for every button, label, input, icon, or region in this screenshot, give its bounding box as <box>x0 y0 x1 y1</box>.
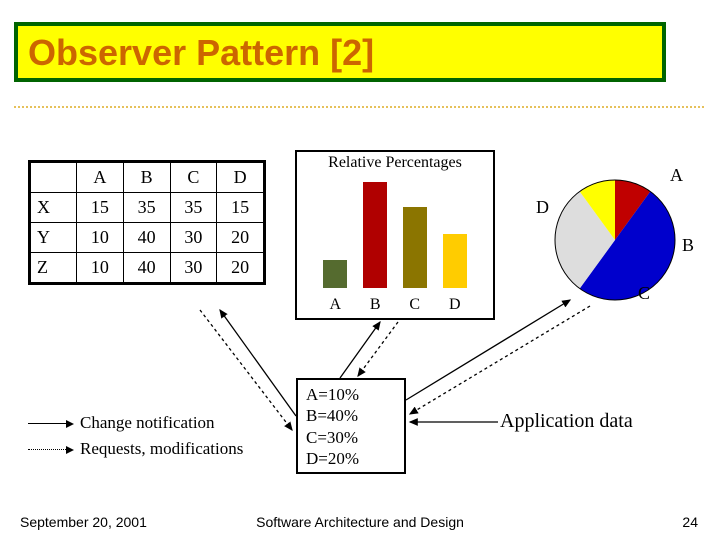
row-y: Y <box>31 223 77 253</box>
bar-a <box>323 260 347 288</box>
table-row: X 15 35 35 15 <box>31 193 264 223</box>
arrow-legend: Change notification Requests, modificati… <box>28 413 243 465</box>
legend-solid: Change notification <box>80 413 215 433</box>
dotted-arrow-icon <box>28 449 72 450</box>
table-row: Z 10 40 30 20 <box>31 253 264 283</box>
appdata-line: A=10% <box>306 384 396 405</box>
title-box: Observer Pattern [2] <box>14 22 666 90</box>
bar-chart: Relative Percentages A B C D <box>295 150 495 320</box>
pie-chart: A B C D <box>530 155 700 325</box>
appdata-line: B=40% <box>306 405 396 426</box>
bar-label-a: A <box>329 296 341 314</box>
appdata-line: D=20% <box>306 448 396 469</box>
legend-dotted: Requests, modifications <box>80 439 243 459</box>
col-b: B <box>123 163 170 193</box>
pie-label-b: B <box>682 235 694 256</box>
table-row: Y 10 40 30 20 <box>31 223 264 253</box>
solid-arrow-icon <box>28 423 72 424</box>
footer-page: 24 <box>682 514 698 530</box>
row-z: Z <box>31 253 77 283</box>
col-c: C <box>170 163 217 193</box>
bar-c <box>403 207 427 288</box>
appdata-line: C=30% <box>306 427 396 448</box>
application-data-box: A=10% B=40% C=30% D=20% <box>296 378 406 474</box>
bar-b <box>363 182 387 288</box>
title-underline <box>14 106 704 108</box>
pie-label-c: C <box>638 283 650 304</box>
data-table: A B C D X 15 35 35 15 Y 10 40 30 20 Z 10… <box>28 160 266 285</box>
col-d: D <box>217 163 264 193</box>
pie-label-d: D <box>536 197 549 218</box>
footer-center: Software Architecture and Design <box>0 514 720 530</box>
pie-label-a: A <box>670 165 683 186</box>
table-header-row: A B C D <box>31 163 264 193</box>
bar-chart-title: Relative Percentages <box>297 152 493 172</box>
row-x: X <box>31 193 77 223</box>
application-data-label: Application data <box>500 410 633 433</box>
page-title: Observer Pattern [2] <box>28 32 652 74</box>
col-a: A <box>77 163 124 193</box>
bar-label-c: C <box>409 296 420 314</box>
bar-label-b: B <box>370 296 381 314</box>
bar-d <box>443 234 467 288</box>
bar-label-d: D <box>449 296 461 314</box>
